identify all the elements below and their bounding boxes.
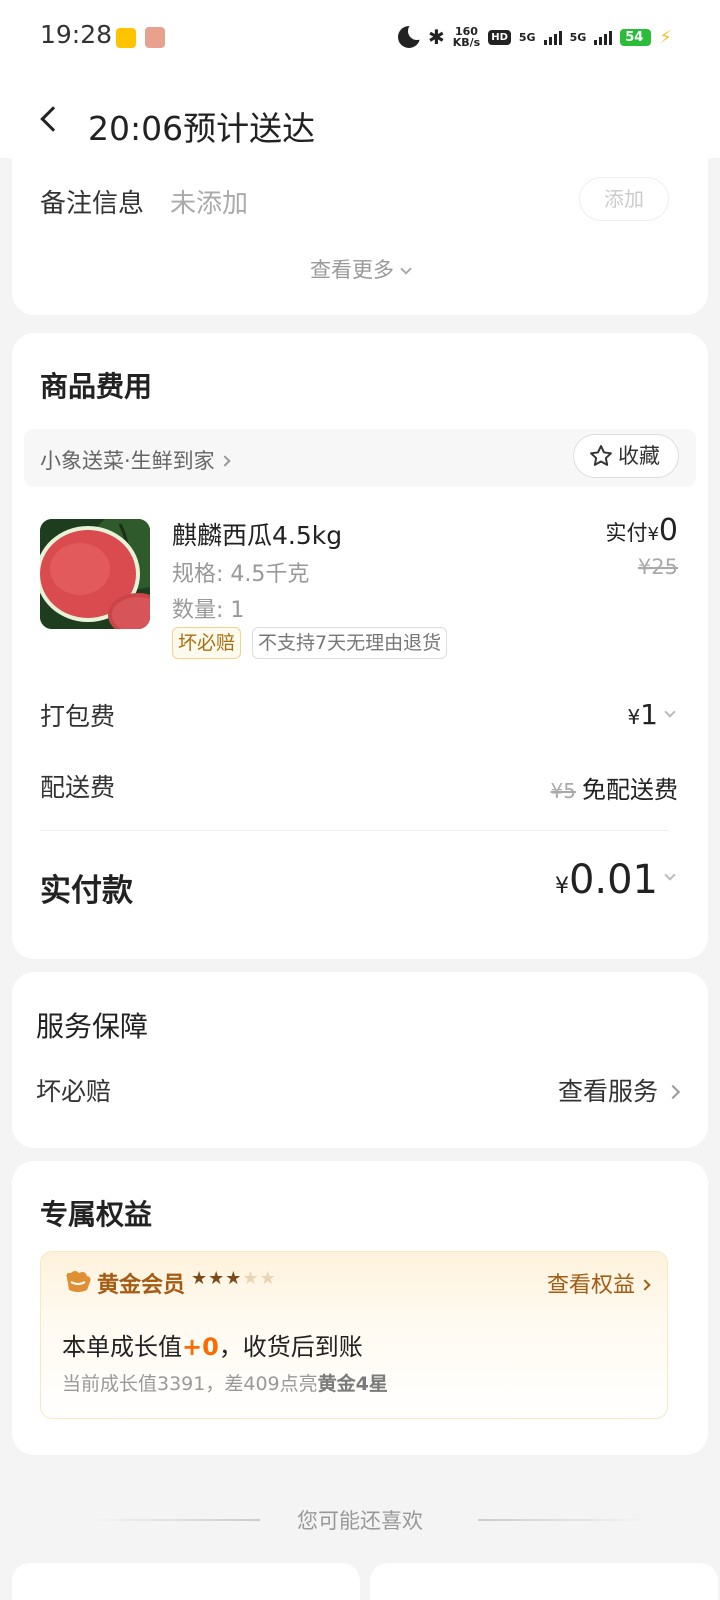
see-more-label: 查看更多: [310, 258, 394, 282]
product-fees-card: 商品费用 小象送菜·生鲜到家 收藏 麒麟西瓜4.5kg 规格: 4.5千克 数量…: [12, 333, 708, 959]
chevron-down-icon: [400, 263, 412, 275]
packing-fee-value[interactable]: ¥1: [627, 698, 676, 731]
signal-icon-2: [594, 29, 613, 45]
network-type-2: 5G: [569, 30, 587, 44]
next-level: 黄金4星: [317, 1373, 388, 1395]
see-more-button[interactable]: 查看更多: [12, 254, 708, 284]
member-stars: ★★★★★: [191, 1268, 277, 1289]
view-benefits-label: 查看权益: [546, 1273, 635, 1298]
benefits-title: 专属权益: [40, 1198, 153, 1231]
store-name: 小象送菜·生鲜到家: [40, 449, 215, 473]
network-speed: 160 KB/s: [453, 26, 480, 48]
charging-icon: ⚡: [659, 26, 672, 48]
remark-value: 未添加: [170, 189, 249, 219]
store-bar: 小象送菜·生鲜到家 收藏: [24, 429, 696, 487]
notification-avatar-icon: [145, 27, 165, 48]
network-speed-unit: KB/s: [452, 36, 481, 49]
paid-currency: ¥: [647, 524, 659, 545]
paid-amount: 0: [658, 513, 678, 548]
star-filled-icon: ★: [191, 1268, 209, 1289]
star-filled-icon: ★: [208, 1268, 226, 1289]
paid-label: 实付: [605, 521, 648, 545]
no-return-tag: 不支持7天无理由退货: [252, 627, 448, 659]
chevron-right-icon: [665, 1084, 681, 1100]
member-level: 黄金会员: [97, 1273, 186, 1298]
chevron-down-icon: [664, 869, 676, 881]
fees-title: 商品费用: [40, 370, 153, 403]
view-service-link[interactable]: 查看服务: [557, 1072, 681, 1108]
network-type-1: 5G: [518, 30, 536, 44]
add-remark-button[interactable]: 添加: [579, 177, 669, 221]
packing-fee-label: 打包费: [40, 702, 116, 731]
product-name[interactable]: 麒麟西瓜4.5kg: [172, 516, 342, 552]
status-time: 19:28: [40, 20, 113, 49]
divider: [40, 830, 668, 831]
chevron-down-icon: [664, 706, 676, 718]
favorite-label: 收藏: [618, 444, 660, 468]
chevron-right-icon: [219, 455, 231, 467]
watermelon-image: [40, 519, 150, 629]
product-spec: 规格: 4.5千克: [172, 562, 310, 587]
current-growth-text: 当前成长值3391，差409点亮: [62, 1373, 318, 1395]
signal-icon-1: [543, 29, 562, 45]
service-title: 服务保障: [36, 1010, 149, 1043]
growth-value-line: 本单成长值+0，收货后到账: [62, 1327, 363, 1362]
growth-suffix: ，收货后到账: [218, 1333, 363, 1361]
packing-currency: ¥: [627, 705, 641, 729]
status-indicators: ✱ 160 KB/s HD 5G 5G 54 ⚡: [397, 22, 672, 52]
hd-voice-icon: HD: [488, 29, 511, 45]
product-quantity: 数量: 1: [172, 598, 245, 623]
exclusive-benefits-card: 专属权益 黄金会员 ★★★★★ 查看权益 本单成长值+0，收货后到账 当前成长值…: [12, 1161, 708, 1455]
growth-prefix: 本单成长值: [62, 1333, 182, 1361]
delivery-fee-label: 配送费: [40, 773, 116, 802]
total-currency: ¥: [554, 874, 569, 899]
page-title: 20:06预计送达: [88, 109, 316, 148]
original-price: ¥25: [637, 555, 678, 579]
recommend-header: 您可能还喜欢: [0, 1503, 720, 1535]
header: 20:06预计送达: [0, 76, 720, 158]
remarks-card: 备注信息 未添加 添加 查看更多: [12, 150, 708, 315]
status-bar: 19:28 ✱ 160 KB/s HD 5G 5G 54 ⚡: [0, 0, 720, 76]
delivery-free-label: 免配送费: [582, 776, 678, 804]
divider: [478, 1519, 648, 1521]
favorite-button[interactable]: 收藏: [573, 434, 679, 478]
member-box: 黄金会员 ★★★★★ 查看权益 本单成长值+0，收货后到账 当前成长值3391，…: [40, 1251, 668, 1419]
delivery-fee-value: ¥5 免配送费: [551, 770, 678, 805]
do-not-disturb-icon: [397, 22, 426, 48]
view-benefits-link[interactable]: 查看权益: [546, 1267, 651, 1299]
view-service-label: 查看服务: [557, 1077, 658, 1106]
product-paid-price: 实付¥0: [605, 513, 678, 548]
delivery-original-price: ¥5: [550, 779, 576, 803]
product-image[interactable]: [40, 519, 150, 629]
guarantee-tag: 坏必赔: [172, 627, 242, 659]
current-growth-line: 当前成长值3391，差409点亮黄金4星: [62, 1369, 388, 1396]
bluetooth-icon: ✱: [427, 25, 445, 49]
chevron-right-icon: [639, 1279, 651, 1291]
total-amount: 0.01: [568, 857, 658, 903]
recommend-card[interactable]: [12, 1563, 360, 1600]
service-item-label: 坏必赔: [36, 1077, 112, 1106]
meituan-app-icon: [116, 28, 136, 48]
total-label: 实付款: [40, 873, 133, 909]
star-outline-icon: [590, 445, 612, 466]
star-empty-icon: ★: [242, 1268, 260, 1289]
battery-icon: 54: [620, 28, 652, 46]
recommend-card[interactable]: [370, 1563, 718, 1600]
service-guarantee-card: 服务保障 坏必赔 查看服务: [12, 972, 708, 1148]
remark-label: 备注信息: [40, 189, 145, 219]
gold-member-icon: [66, 1271, 91, 1292]
growth-value: +0: [182, 1333, 219, 1361]
packing-amount: 1: [640, 698, 658, 731]
store-link[interactable]: 小象送菜·生鲜到家: [40, 445, 231, 475]
star-filled-icon: ★: [225, 1268, 243, 1289]
star-empty-icon: ★: [259, 1268, 277, 1289]
total-value[interactable]: ¥0.01: [554, 857, 676, 903]
back-icon[interactable]: [40, 106, 66, 132]
